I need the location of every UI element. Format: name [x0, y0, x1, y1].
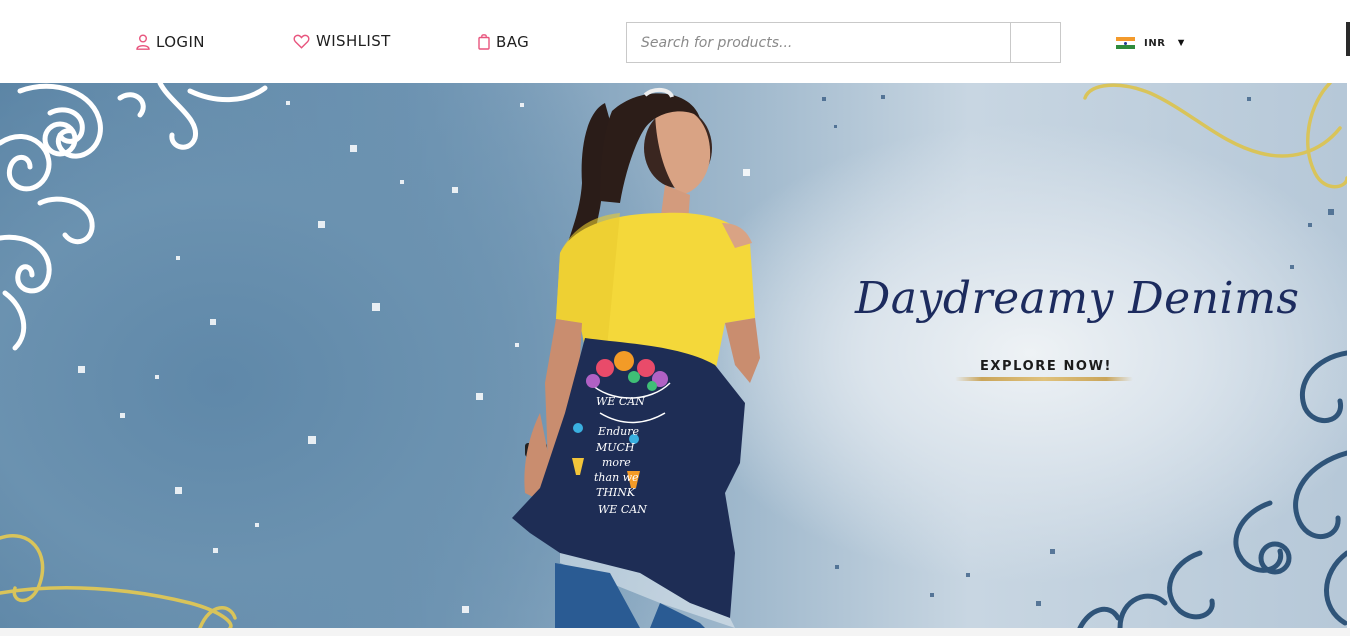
wishlist-label: WISHLIST [316, 32, 391, 50]
search-input[interactable] [626, 22, 1010, 63]
jacket-text-3: MUCH [595, 441, 635, 454]
search-bar [626, 22, 1061, 63]
banner-title: Daydreamy Denims [855, 273, 1300, 324]
jacket-text-4: more [602, 456, 631, 469]
site-header: LOGIN WISHLIST BAG INR ▼ [0, 0, 1350, 83]
login-link[interactable]: LOGIN [136, 31, 205, 53]
india-flag-icon [1116, 36, 1135, 50]
navy-flecks-decoration [822, 95, 1334, 606]
jacket-text-5: than we [594, 471, 639, 484]
hero-banner[interactable]: WE CAN Endure MUCH more than we THINK WE… [0, 83, 1347, 628]
bag-label: BAG [496, 33, 530, 51]
cta-underline [955, 377, 1133, 381]
page-bottom-strip [0, 628, 1350, 636]
bag-link[interactable]: BAG [478, 31, 529, 53]
explore-now-button[interactable]: EXPLORE NOW! [958, 359, 1134, 374]
jacket-text-2: Endure [597, 425, 639, 438]
scrollbar-edge [1346, 22, 1350, 56]
jacket-text-6: THINK [596, 486, 636, 499]
shopping-bag-icon [478, 34, 490, 50]
jacket-text-1: WE CAN [596, 395, 645, 408]
caret-down-icon: ▼ [1175, 37, 1187, 49]
user-icon [136, 34, 150, 50]
navy-swirl-decoration [1077, 350, 1347, 628]
banner-artwork: WE CAN Endure MUCH more than we THINK WE… [0, 83, 1347, 628]
jacket-text-7: WE CAN [598, 503, 647, 516]
heart-icon [293, 34, 310, 49]
model-figure: WE CAN Endure MUCH more than we THINK WE… [512, 88, 760, 628]
currency-selector[interactable]: INR ▼ [1116, 36, 1186, 50]
search-button[interactable] [1010, 22, 1061, 63]
login-label: LOGIN [156, 33, 205, 51]
currency-code: INR [1144, 37, 1166, 49]
wishlist-link[interactable]: WISHLIST [293, 30, 391, 52]
white-swirl-decoration [0, 83, 268, 351]
